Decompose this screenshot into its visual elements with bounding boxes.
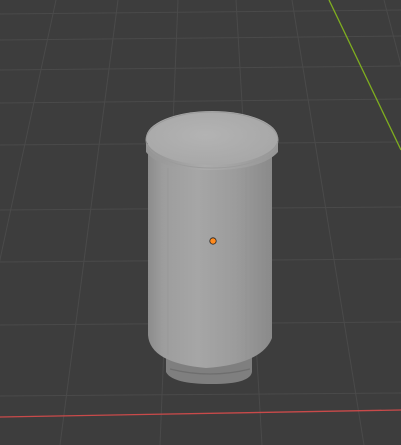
cylinder-body [148, 150, 272, 368]
viewport-canvas[interactable] [0, 0, 401, 445]
cylinder-top-cap [146, 111, 278, 165]
cylinder-object[interactable] [145, 111, 279, 384]
viewport-3d[interactable] [0, 0, 401, 445]
object-origin-dot[interactable] [209, 237, 217, 245]
